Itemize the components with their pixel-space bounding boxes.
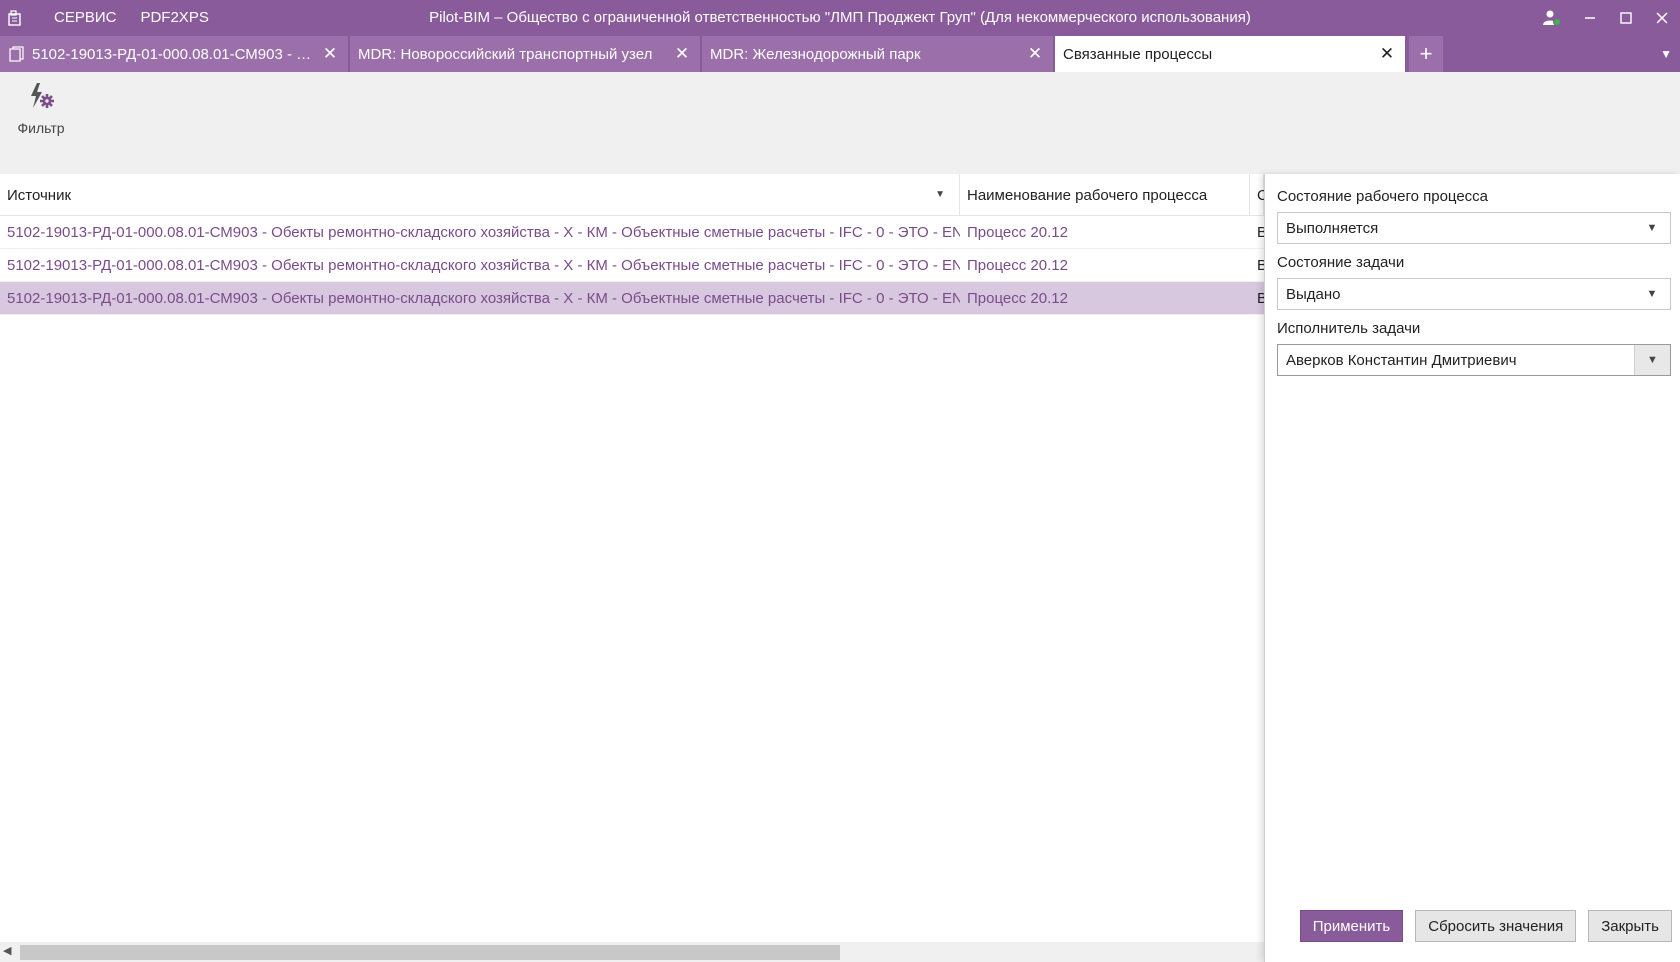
table-row[interactable]: 5102-19013-РД-01-000.08.01-СМ903 - Обект… — [0, 249, 1264, 282]
tab-close-icon[interactable]: ✕ — [1025, 44, 1045, 64]
maximize-icon[interactable] — [1608, 0, 1644, 36]
cell-source[interactable]: 5102-19013-РД-01-000.08.01-СМ903 - Обект… — [0, 282, 960, 315]
tab-close-icon[interactable]: ✕ — [320, 44, 340, 64]
scroll-left-icon[interactable]: ◀ — [3, 944, 11, 957]
window-title: Pilot-BIM – Общество с ограниченной отве… — [429, 9, 1251, 26]
workflow-state-select[interactable]: Выполняется ▼ — [1277, 212, 1671, 244]
grid-header: Источник ▼ Наименование рабочего процесс… — [0, 174, 1264, 216]
tab-bar: 5102-19013-РД-01-000.08.01-СМ903 - О... … — [0, 36, 1680, 72]
tab-mdr-novorossiysk[interactable]: MDR: Новороссийский транспортный узел ✕ — [350, 36, 700, 72]
document-icon — [8, 46, 26, 62]
tab-document[interactable]: 5102-19013-РД-01-000.08.01-СМ903 - О... … — [0, 36, 348, 72]
apply-button[interactable]: Применить — [1299, 910, 1404, 942]
column-header-process-name[interactable]: Наименование рабочего процесса — [960, 174, 1250, 216]
tab-related-processes[interactable]: Связанные процессы ✕ — [1055, 36, 1405, 72]
title-bar: СЕРВИС PDF2XPS Pilot-BIM – Общество с ог… — [0, 0, 1680, 36]
scrollbar-thumb[interactable] — [20, 945, 840, 960]
tab-label: Связанные процессы — [1063, 45, 1213, 63]
filter-label: Фильтр — [17, 120, 65, 136]
app-icon[interactable] — [2, 0, 28, 36]
user-online-icon[interactable] — [1532, 0, 1572, 36]
tab-label: MDR: Новороссийский транспортный узел — [358, 45, 653, 63]
column-header-label: Наименование рабочего процесса — [967, 186, 1208, 204]
chevron-down-icon[interactable]: ▼ — [1634, 345, 1670, 375]
column-header-source[interactable]: Источник ▼ — [0, 174, 960, 216]
filter-panel-buttons: Применить Сбросить значения Закрыть — [1299, 910, 1672, 942]
toolbar: Фильтр — [0, 72, 1680, 174]
cell-state: В — [1257, 257, 1264, 274]
table-row[interactable]: 5102-19013-РД-01-000.08.01-СМ903 - Обект… — [0, 216, 1264, 249]
tab-label: MDR: Железнодорожный парк — [710, 45, 921, 63]
cell-process-name[interactable]: Процесс 20.12 — [960, 282, 1250, 315]
add-tab-icon[interactable]: + — [1409, 36, 1443, 72]
chevron-down-icon[interactable]: ▼ — [1634, 213, 1670, 243]
cell-state: В — [1257, 224, 1264, 241]
reset-values-button[interactable]: Сбросить значения — [1415, 910, 1577, 942]
tab-close-icon[interactable]: ✕ — [1377, 44, 1397, 64]
task-state-value: Выдано — [1286, 285, 1341, 303]
close-button[interactable]: Закрыть — [1588, 910, 1672, 942]
cell-source[interactable]: 5102-19013-РД-01-000.08.01-СМ903 - Обект… — [0, 216, 960, 249]
task-state-label: Состояние задачи — [1277, 254, 1405, 271]
workflow-state-value: Выполняется — [1286, 219, 1379, 237]
tab-label: 5102-19013-РД-01-000.08.01-СМ903 - О... — [32, 45, 312, 63]
processes-grid: Источник ▼ Наименование рабочего процесс… — [0, 174, 1264, 962]
task-state-select[interactable]: Выдано ▼ — [1277, 278, 1671, 310]
chevron-down-icon[interactable]: ▼ — [1634, 279, 1670, 309]
task-executor-select[interactable]: Аверков Константин Дмитриевич ▼ — [1277, 344, 1671, 376]
filter-panel: Состояние рабочего процесса Выполняется … — [1264, 174, 1680, 962]
table-row-selected[interactable]: 5102-19013-РД-01-000.08.01-СМ903 - Обект… — [0, 282, 1264, 315]
close-icon[interactable] — [1644, 0, 1680, 36]
tab-list-chevron-down-icon[interactable]: ▼ — [1660, 36, 1672, 72]
column-header-state[interactable]: С — [1250, 174, 1264, 216]
window-controls — [1532, 0, 1680, 36]
menu-service[interactable]: СЕРВИС — [42, 0, 128, 36]
horizontal-scrollbar[interactable]: ◀ — [0, 942, 1264, 962]
cell-process-name[interactable]: Процесс 20.12 — [960, 249, 1250, 282]
filter-lightning-gear-icon — [26, 82, 56, 116]
cell-process-name[interactable]: Процесс 20.12 — [960, 216, 1250, 249]
cell-state: В — [1257, 290, 1264, 307]
filter-dropdown-icon[interactable]: ▼ — [935, 189, 945, 200]
cell-source[interactable]: 5102-19013-РД-01-000.08.01-СМ903 - Обект… — [0, 249, 960, 282]
task-executor-label: Исполнитель задачи — [1277, 320, 1421, 337]
filter-button[interactable]: Фильтр — [12, 82, 70, 136]
minimize-icon[interactable] — [1572, 0, 1608, 36]
task-executor-value: Аверков Константин Дмитриевич — [1286, 351, 1517, 369]
menu-pdf2xps[interactable]: PDF2XPS — [128, 0, 220, 36]
column-header-label: Источник — [7, 186, 72, 204]
column-header-label: С — [1257, 186, 1264, 204]
tab-mdr-railway-park[interactable]: MDR: Железнодорожный парк ✕ — [702, 36, 1053, 72]
tab-close-icon[interactable]: ✕ — [672, 44, 692, 64]
workflow-state-label: Состояние рабочего процесса — [1277, 188, 1489, 205]
